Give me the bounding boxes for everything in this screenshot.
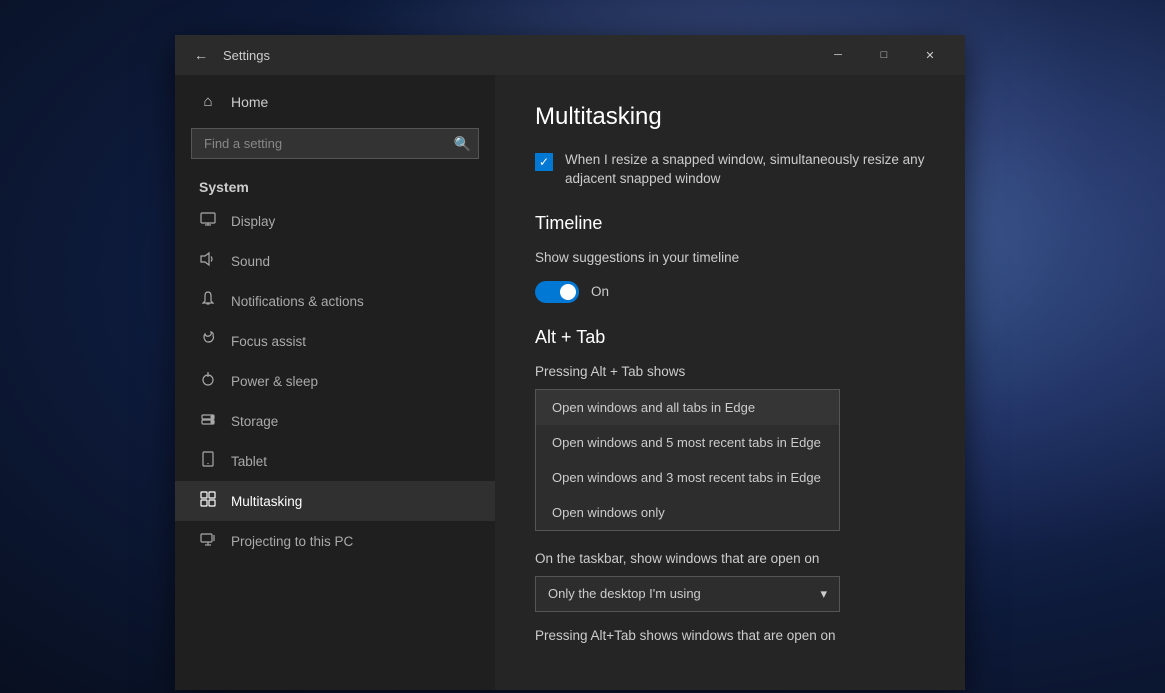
main-content: Multitasking ✓ When I resize a snapped w…: [495, 75, 965, 690]
sidebar-item-power[interactable]: Power & sleep: [175, 361, 495, 401]
bottom-description: Pressing Alt+Tab shows windows that are …: [535, 628, 925, 643]
dropdown-option-all-tabs[interactable]: Open windows and all tabs in Edge: [536, 390, 839, 425]
timeline-section-title: Timeline: [535, 213, 925, 234]
toggle-thumb: [560, 284, 576, 300]
search-container: 🔍: [191, 128, 479, 159]
taskbar-select[interactable]: Only the desktop I'm using ▾: [535, 576, 840, 612]
alt-tab-dropdown-container: Open windows and all tabs in Edge Open w…: [535, 389, 925, 531]
sidebar-home-label: Home: [231, 94, 268, 110]
display-icon: [199, 211, 217, 231]
close-button[interactable]: ✕: [907, 35, 953, 75]
sidebar-item-label: Focus assist: [231, 334, 306, 349]
sidebar-item-sound[interactable]: Sound: [175, 241, 495, 281]
minimize-button[interactable]: ─: [815, 35, 861, 75]
sidebar-item-label: Power & sleep: [231, 374, 318, 389]
sidebar-item-display[interactable]: Display: [175, 201, 495, 241]
dropdown-option-five-tabs[interactable]: Open windows and 5 most recent tabs in E…: [536, 425, 839, 460]
search-icon: 🔍: [454, 135, 471, 152]
snap-checkbox-label: When I resize a snapped window, simultan…: [565, 151, 925, 189]
page-title: Multitasking: [535, 103, 925, 131]
sidebar-item-home[interactable]: ⌂ Home: [175, 83, 495, 120]
sidebar-item-label: Display: [231, 214, 275, 229]
sidebar-item-label: Multitasking: [231, 494, 302, 509]
search-input[interactable]: [191, 128, 479, 159]
window-title: Settings: [223, 48, 815, 63]
sidebar: ⌂ Home 🔍 System Display Sound: [175, 75, 495, 690]
multitasking-icon: [199, 491, 217, 511]
maximize-button[interactable]: □: [861, 35, 907, 75]
home-icon: ⌂: [199, 93, 217, 110]
taskbar-select-value: Only the desktop I'm using: [548, 586, 701, 601]
sidebar-item-label: Projecting to this PC: [231, 534, 353, 549]
alt-tab-dropdown-menu: Open windows and all tabs in Edge Open w…: [535, 389, 840, 531]
window-content: ⌂ Home 🔍 System Display Sound: [175, 75, 965, 690]
sidebar-item-multitasking[interactable]: Multitasking: [175, 481, 495, 521]
tablet-icon: [199, 451, 217, 471]
timeline-toggle-control: On: [535, 281, 925, 303]
alt-tab-section: Pressing Alt + Tab shows Open windows an…: [535, 364, 925, 531]
sidebar-item-storage[interactable]: Storage: [175, 401, 495, 441]
projecting-icon: [199, 531, 217, 551]
power-icon: [199, 371, 217, 391]
snap-checkbox[interactable]: ✓: [535, 153, 553, 171]
sound-icon: [199, 251, 217, 271]
alt-tab-section-title: Alt + Tab: [535, 327, 925, 348]
sidebar-item-label: Storage: [231, 414, 278, 429]
sidebar-item-label: Notifications & actions: [231, 294, 364, 309]
back-button[interactable]: ←: [187, 41, 215, 69]
titlebar: ← Settings ─ □ ✕: [175, 35, 965, 75]
sidebar-item-notifications[interactable]: Notifications & actions: [175, 281, 495, 321]
snap-checkbox-row: ✓ When I resize a snapped window, simult…: [535, 151, 925, 189]
storage-icon: [199, 411, 217, 431]
window-controls: ─ □ ✕: [815, 35, 953, 75]
sidebar-item-focus[interactable]: Focus assist: [175, 321, 495, 361]
settings-window: ← Settings ─ □ ✕ ⌂ Home 🔍: [175, 35, 965, 690]
timeline-toggle[interactable]: [535, 281, 579, 303]
timeline-toggle-row: Show suggestions in your timeline: [535, 250, 925, 265]
sidebar-item-projecting[interactable]: Projecting to this PC: [175, 521, 495, 561]
sidebar-item-label: Sound: [231, 254, 270, 269]
sidebar-item-label: Tablet: [231, 454, 267, 469]
dropdown-option-windows-only[interactable]: Open windows only: [536, 495, 839, 530]
focus-icon: [199, 331, 217, 351]
taskbar-label: On the taskbar, show windows that are op…: [535, 551, 925, 566]
taskbar-chevron-icon: ▾: [820, 586, 827, 602]
timeline-toggle-description: Show suggestions in your timeline: [535, 250, 739, 265]
timeline-toggle-state: On: [591, 284, 609, 299]
pressing-label: Pressing Alt + Tab shows: [535, 364, 925, 379]
sidebar-item-tablet[interactable]: Tablet: [175, 441, 495, 481]
sidebar-section-header: System: [175, 167, 495, 201]
dropdown-option-three-tabs[interactable]: Open windows and 3 most recent tabs in E…: [536, 460, 839, 495]
notification-icon: [199, 291, 217, 311]
